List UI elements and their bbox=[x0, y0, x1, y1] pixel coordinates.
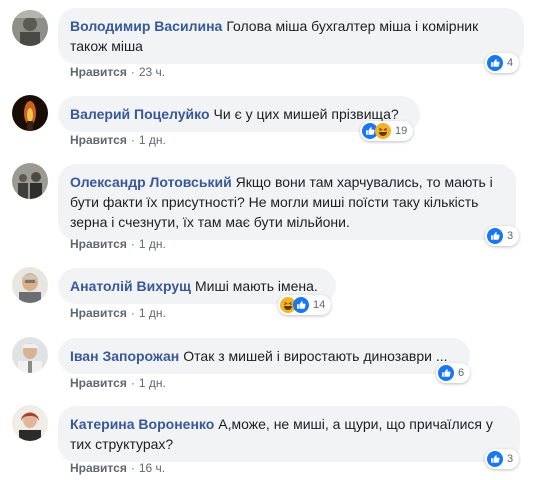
avatar[interactable] bbox=[12, 95, 48, 131]
comment-text: Миші мають імена. bbox=[194, 278, 318, 294]
like-link[interactable]: Нравится bbox=[70, 376, 127, 390]
comment-timestamp[interactable]: 23 ч. bbox=[139, 65, 165, 79]
like-link[interactable]: Нравится bbox=[70, 306, 127, 320]
avatar[interactable] bbox=[12, 405, 48, 441]
comment-author[interactable]: Катерина Вороненко bbox=[70, 416, 214, 432]
comment-text: Отак з мишей і виростають динозаври ... bbox=[183, 348, 448, 364]
comment-author[interactable]: Олександр Лотовський bbox=[70, 174, 232, 190]
separator: · bbox=[130, 65, 135, 79]
like-link[interactable]: Нравится bbox=[70, 133, 127, 147]
comment-timestamp[interactable]: 1 дн. bbox=[139, 237, 166, 251]
reaction-count: 3 bbox=[507, 230, 514, 242]
comment-author[interactable]: Іван Запорожан bbox=[70, 348, 179, 364]
like-reaction-icon bbox=[487, 451, 503, 467]
like-link[interactable]: Нравится bbox=[70, 237, 127, 251]
separator: · bbox=[130, 237, 135, 251]
reaction-summary[interactable]: 6 bbox=[436, 363, 471, 383]
comment-text: Чи є у цих мишей прізвища? bbox=[213, 106, 399, 122]
separator: · bbox=[130, 461, 135, 475]
separator: · bbox=[130, 133, 135, 147]
comment-timestamp[interactable]: 1 дн. bbox=[139, 133, 166, 147]
like-reaction-icon bbox=[487, 55, 503, 71]
comment-timestamp[interactable]: 1 дн. bbox=[139, 306, 166, 320]
comment-author[interactable]: Володимир Василина bbox=[70, 18, 222, 34]
reaction-summary[interactable]: 19 bbox=[360, 121, 414, 141]
comment-meta: Нравится · 1 дн. bbox=[70, 132, 166, 148]
avatar[interactable] bbox=[12, 267, 48, 303]
reaction-summary[interactable]: 3 bbox=[485, 226, 520, 246]
separator: · bbox=[130, 306, 135, 320]
reaction-summary[interactable]: 14 bbox=[278, 295, 332, 315]
comment-timestamp[interactable]: 1 дн. bbox=[139, 376, 166, 390]
like-reaction-icon bbox=[487, 228, 503, 244]
reaction-count: 3 bbox=[507, 453, 514, 465]
like-reaction-icon bbox=[293, 297, 309, 313]
comment-meta: Нравится · 1 дн. bbox=[70, 375, 166, 391]
comment-author[interactable]: Валерий Поцелуйко bbox=[70, 106, 210, 122]
like-reaction-icon bbox=[438, 365, 454, 381]
reaction-count: 19 bbox=[395, 125, 408, 137]
comment-bubble: Катерина Вороненко А,може, не миші, а щур… bbox=[58, 406, 520, 462]
haha-reaction-icon bbox=[375, 123, 391, 139]
avatar[interactable] bbox=[12, 10, 48, 46]
like-link[interactable]: Нравится bbox=[70, 461, 127, 475]
reaction-count: 6 bbox=[458, 367, 465, 379]
comment-meta: Нравится · 1 дн. bbox=[70, 305, 166, 321]
comment-meta: Нравится · 23 ч. bbox=[70, 64, 165, 80]
reaction-summary[interactable]: 3 bbox=[485, 449, 520, 469]
reaction-count: 4 bbox=[507, 57, 514, 69]
comment-bubble: Олександр Лотовський Якщо вони там харчув… bbox=[58, 164, 516, 240]
reaction-count: 14 bbox=[313, 299, 326, 311]
comment-meta: Нравится · 16 ч. bbox=[70, 460, 165, 476]
avatar[interactable] bbox=[12, 337, 48, 373]
comment-timestamp[interactable]: 16 ч. bbox=[139, 461, 165, 475]
separator: · bbox=[130, 376, 135, 390]
avatar[interactable] bbox=[12, 163, 48, 199]
reaction-summary[interactable]: 4 bbox=[485, 53, 520, 73]
like-link[interactable]: Нравится bbox=[70, 65, 127, 79]
comment-bubble: Іван Запорожан Отак з мишей і виростають … bbox=[58, 338, 470, 374]
comment-meta: Нравится · 1 дн. bbox=[70, 236, 166, 252]
comment-author[interactable]: Анатолій Вихрущ bbox=[70, 278, 191, 294]
comment-bubble: Володимир Василина Голова міша бухгалтер … bbox=[58, 8, 524, 64]
